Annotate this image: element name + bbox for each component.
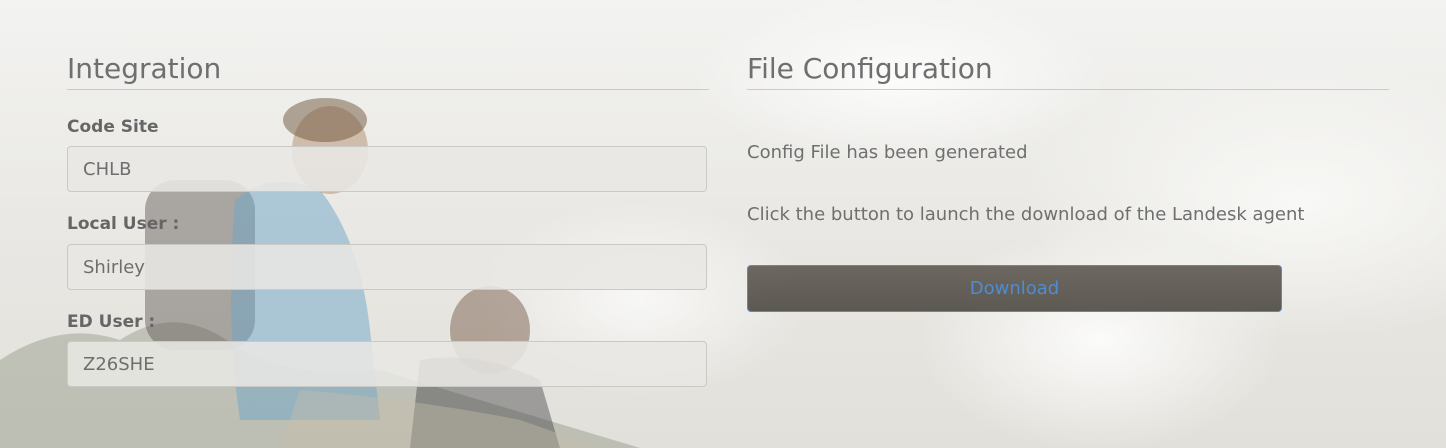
config-status-text: Config File has been generated	[747, 142, 1028, 163]
file-configuration-divider	[747, 89, 1389, 90]
code-site-label: Code Site	[67, 117, 159, 137]
local-user-input[interactable]	[67, 244, 707, 290]
ed-user-label: ED User :	[67, 312, 156, 332]
download-button[interactable]: Download	[747, 265, 1282, 312]
code-site-input[interactable]	[67, 146, 707, 192]
ed-user-input[interactable]	[67, 341, 707, 387]
download-instruction-text: Click the button to launch the download …	[747, 204, 1305, 225]
local-user-label: Local User :	[67, 214, 180, 234]
integration-title: Integration	[67, 52, 222, 85]
integration-divider	[67, 89, 709, 90]
file-configuration-title: File Configuration	[747, 52, 993, 85]
